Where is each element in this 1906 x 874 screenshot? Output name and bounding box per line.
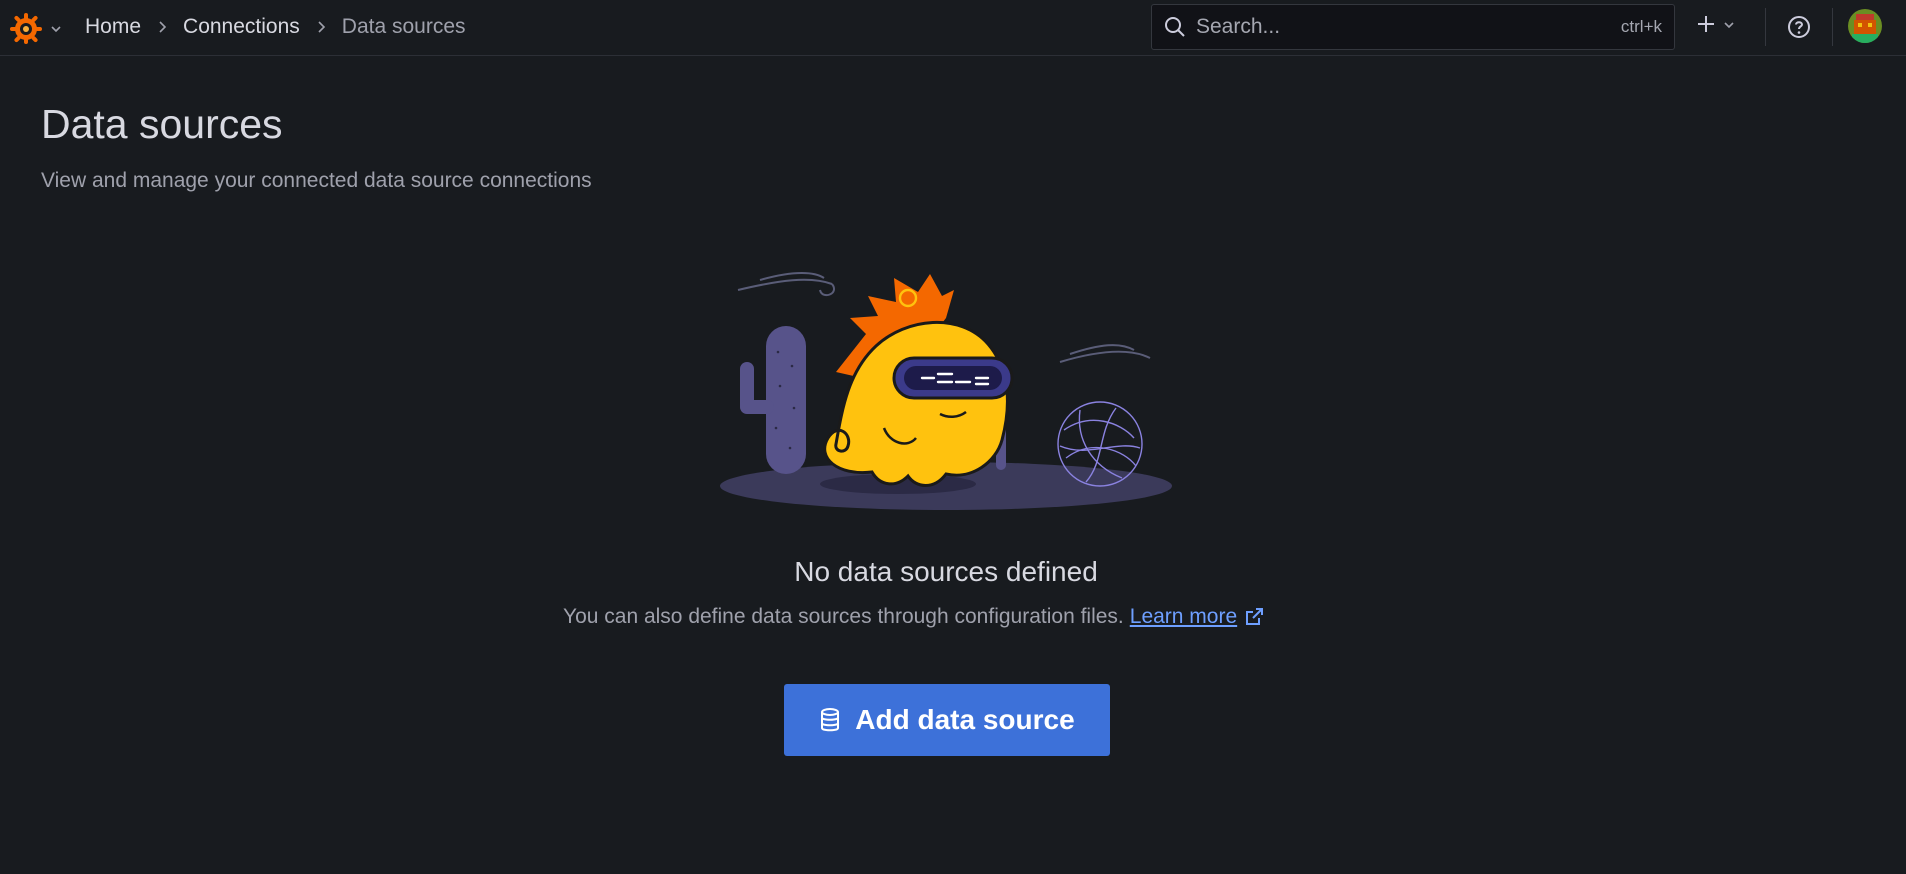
search-bar[interactable]: ctrl+k [1151, 4, 1675, 50]
chevron-right-icon [316, 20, 326, 34]
grafana-logo-icon [8, 10, 44, 51]
empty-state-title: No data sources defined [794, 556, 1098, 587]
help-button[interactable] [1786, 14, 1812, 45]
home-logo-button[interactable] [8, 10, 62, 51]
page-title: Data sources [41, 101, 283, 147]
empty-state-illustration [720, 262, 1172, 517]
breadcrumb-connections[interactable]: Connections [183, 15, 300, 39]
breadcrumb-home[interactable]: Home [85, 15, 141, 39]
add-data-source-label: Add data source [855, 704, 1075, 735]
search-icon [1164, 16, 1186, 38]
database-icon [819, 707, 841, 733]
new-menu-button[interactable] [1695, 13, 1735, 40]
add-data-source-button[interactable]: Add data source [784, 684, 1110, 756]
search-shortcut-hint: ctrl+k [1620, 17, 1662, 36]
user-avatar[interactable] [1848, 9, 1882, 43]
toolbar-divider [1832, 8, 1833, 46]
breadcrumb: Home Connections Data sources [85, 0, 466, 54]
page-subtitle: View and manage your connected data sour… [41, 169, 592, 192]
learn-more-link[interactable]: Learn more [1130, 605, 1237, 629]
top-navbar: Home Connections Data sources ctrl+k [0, 0, 1906, 56]
empty-state-text: You can also define data sources through… [563, 605, 1124, 628]
empty-state-description: You can also define data sources through… [563, 605, 1265, 629]
help-circle-icon [1786, 16, 1812, 44]
plus-icon [1695, 13, 1717, 40]
toolbar-divider [1765, 8, 1766, 46]
external-link-icon[interactable] [1243, 606, 1265, 628]
breadcrumb-data-sources: Data sources [341, 15, 466, 38]
search-input[interactable] [1194, 14, 1621, 40]
chevron-down-icon [50, 22, 62, 40]
chevron-right-icon [157, 20, 167, 34]
chevron-down-icon [1723, 18, 1735, 36]
